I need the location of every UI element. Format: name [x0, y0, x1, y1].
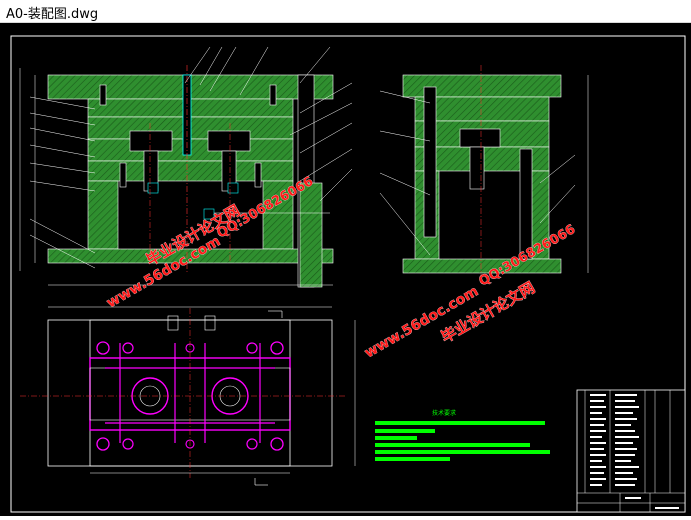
- document-title[interactable]: A0-装配图.dwg: [6, 3, 98, 22]
- drawing-canvas[interactable]: 技术要求 www.56doc.com QQ:306826066 毕业设计论文网 …: [0, 23, 691, 516]
- notes-heading: 技术要求: [432, 409, 456, 417]
- side-section-view: [379, 65, 589, 283]
- technical-requirements: 技术要求: [375, 409, 550, 461]
- plan-view: [20, 306, 356, 486]
- cad-drawing: 技术要求 www.56doc.com QQ:306826066 毕业设计论文网 …: [10, 35, 686, 513]
- watermarks: www.56doc.com QQ:306826066 毕业设计论文网 www.5…: [104, 174, 579, 362]
- title-block: [576, 389, 686, 513]
- document-tab-bar: A0-装配图.dwg: [0, 0, 691, 23]
